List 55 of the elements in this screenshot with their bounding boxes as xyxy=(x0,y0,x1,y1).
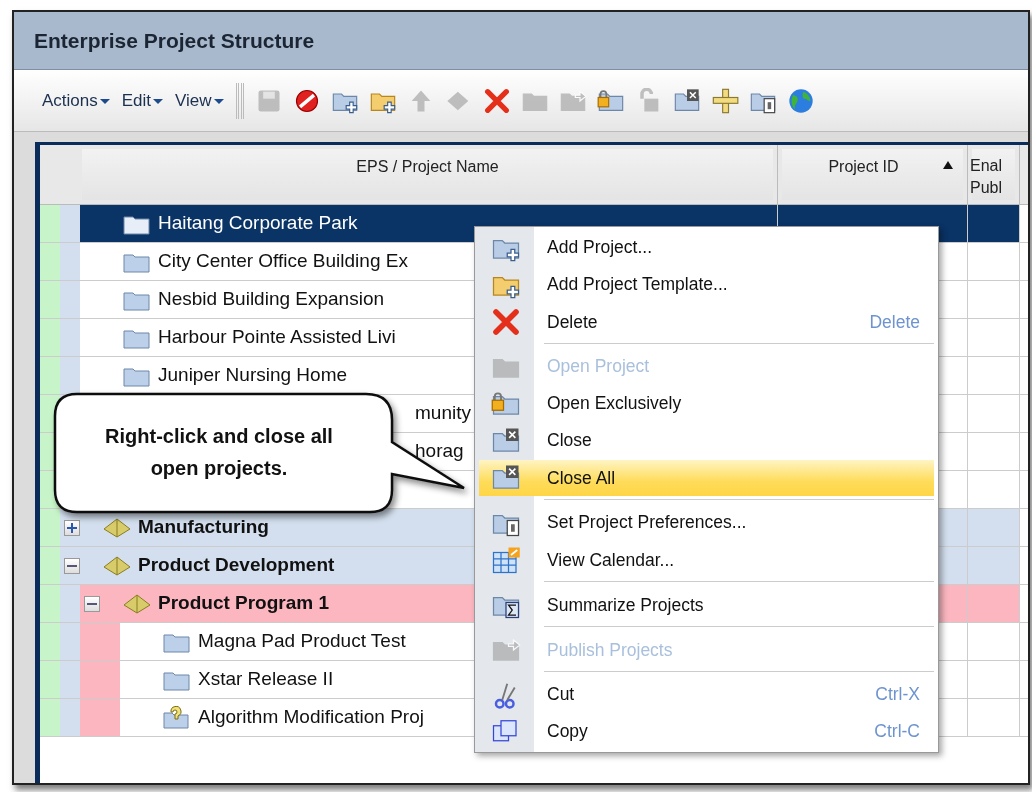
level-stripe xyxy=(100,661,120,698)
level-stripe xyxy=(80,623,100,660)
column-header[interactable]: Enal Publ xyxy=(968,145,1020,204)
level-stripe xyxy=(40,357,60,394)
sort-arrow-icon xyxy=(943,161,953,169)
level-stripe xyxy=(40,319,60,356)
level-stripe xyxy=(40,623,60,660)
level-stripe xyxy=(100,623,120,660)
tree-row-label[interactable]: horag xyxy=(415,437,464,466)
lock-folder-icon xyxy=(596,87,625,114)
level-stripe xyxy=(60,205,80,242)
delete-icon xyxy=(482,87,511,114)
level-stripe xyxy=(60,319,80,356)
level-stripe xyxy=(40,585,60,622)
collapse-toggle[interactable] xyxy=(84,595,100,612)
ruler-icon xyxy=(710,87,739,114)
lock-folder-icon xyxy=(491,389,521,418)
level-stripe xyxy=(80,699,100,736)
folder-close-icon xyxy=(491,464,521,492)
tree-row-label[interactable]: munity xyxy=(415,399,471,428)
level-stripe xyxy=(60,661,80,698)
level-stripe xyxy=(40,243,60,280)
level-stripe xyxy=(60,243,80,280)
folder-question-icon xyxy=(162,705,192,730)
level-stripe xyxy=(60,585,80,622)
minus-icon xyxy=(87,602,97,605)
level-stripe xyxy=(40,281,60,318)
menu-button[interactable]: Actions xyxy=(38,87,114,114)
expand-toggle[interactable] xyxy=(64,519,80,536)
minus-icon xyxy=(67,564,77,567)
level-stripe xyxy=(40,699,60,736)
toolbar-grip xyxy=(235,82,244,119)
level-stripe xyxy=(80,661,100,698)
window-title: Enterprise Project Structure xyxy=(34,27,315,54)
level-stripe xyxy=(40,547,60,584)
globe-icon xyxy=(786,87,815,114)
menu-item[interactable]: Close xyxy=(478,422,935,459)
plus-icon xyxy=(67,522,77,533)
collapse-toggle[interactable] xyxy=(64,557,80,574)
menu-button[interactable]: View xyxy=(171,87,228,114)
level-stripe xyxy=(60,699,80,736)
level-stripe xyxy=(40,661,60,698)
folder-close-icon xyxy=(672,87,701,114)
folder-close-icon xyxy=(491,426,521,455)
level-stripe xyxy=(60,357,80,394)
level-stripe xyxy=(40,205,60,242)
folder-arrow-icon xyxy=(491,636,521,664)
level-stripe xyxy=(40,509,60,546)
callout-text: Right-click and close all open projects. xyxy=(104,424,334,481)
calendar-icon xyxy=(491,546,521,574)
level-stripe xyxy=(100,699,120,736)
menu-button[interactable]: Edit xyxy=(117,87,168,114)
delete-icon xyxy=(491,308,521,336)
level-stripe xyxy=(60,281,80,318)
level-stripe xyxy=(60,623,80,660)
